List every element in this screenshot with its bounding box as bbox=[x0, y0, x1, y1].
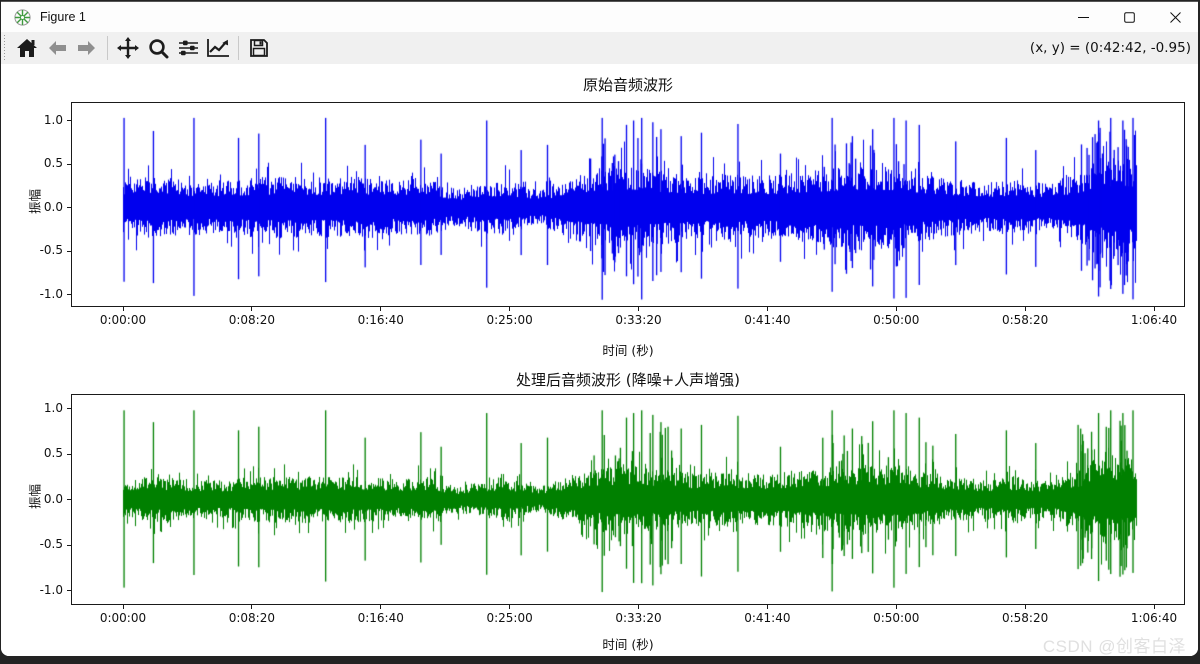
y-tick-mark bbox=[67, 207, 71, 208]
sliders-icon bbox=[178, 40, 198, 56]
y-tick-mark bbox=[67, 453, 71, 455]
x-tick-mark bbox=[766, 605, 768, 609]
x-tick-mark bbox=[509, 605, 511, 609]
x-tick-label: 0:33:20 bbox=[615, 313, 662, 327]
configure-subplots-button[interactable] bbox=[173, 34, 203, 62]
minimize-icon bbox=[1077, 16, 1089, 18]
y-tick-mark bbox=[67, 499, 71, 500]
y-tick-label: 1.0 bbox=[43, 400, 63, 415]
y-tick-label: 1.0 bbox=[43, 112, 63, 127]
toolbar-drag-handle[interactable] bbox=[3, 35, 6, 61]
x-tick-mark bbox=[1153, 307, 1155, 311]
x-tick-mark bbox=[638, 307, 639, 311]
x-tick-mark bbox=[895, 605, 897, 609]
close-icon bbox=[1169, 11, 1181, 23]
y-tick-label: 0.0 bbox=[43, 199, 63, 214]
matplotlib-toolbar: (x, y) = (0:42:42, -0.95) bbox=[1, 32, 1198, 64]
customize-axes-button[interactable] bbox=[203, 34, 233, 62]
toolbar-separator bbox=[107, 36, 108, 60]
subplot1-xlabel: 时间 (秒) bbox=[602, 343, 654, 358]
arrow-right-icon bbox=[78, 41, 95, 55]
pan-arrows-icon bbox=[117, 37, 139, 59]
x-tick-label: 0:16:40 bbox=[357, 313, 404, 327]
pan-button[interactable] bbox=[113, 34, 143, 62]
subplot2-title: 处理后音频波形 (降噪+人声增强) bbox=[515, 371, 741, 389]
x-tick-label: 0:58:20 bbox=[1001, 611, 1049, 625]
x-tick-label: 0:41:40 bbox=[744, 313, 791, 327]
y-tick-mark bbox=[67, 544, 71, 546]
processed-waveform-plot[interactable] bbox=[72, 395, 1184, 604]
arrow-left-icon bbox=[49, 41, 66, 55]
x-tick-mark bbox=[380, 307, 382, 311]
y-tick-label: -1.0 bbox=[39, 582, 63, 597]
x-tick-mark bbox=[122, 605, 124, 609]
y-tick-label: -1.0 bbox=[39, 286, 63, 301]
minimize-button[interactable] bbox=[1060, 2, 1106, 32]
x-tick-label: 0:08:20 bbox=[228, 611, 275, 625]
x-tick-mark bbox=[1153, 605, 1155, 609]
x-tick-mark bbox=[380, 605, 382, 609]
line-chart-icon bbox=[207, 39, 229, 57]
x-tick-mark bbox=[251, 307, 253, 311]
maximize-icon bbox=[1123, 11, 1135, 23]
x-tick-label: 0:41:40 bbox=[744, 611, 791, 625]
title-bar[interactable]: Figure 1 bbox=[1, 2, 1198, 32]
y-tick-mark bbox=[67, 163, 71, 165]
x-tick-label: 1:06:40 bbox=[1130, 313, 1178, 327]
back-button[interactable] bbox=[42, 34, 72, 62]
home-button[interactable] bbox=[12, 34, 42, 62]
y-tick-label: -0.5 bbox=[39, 243, 63, 257]
y-tick-label: 0.0 bbox=[43, 491, 63, 506]
close-button[interactable] bbox=[1152, 2, 1198, 32]
x-tick-label: 1:06:40 bbox=[1130, 611, 1178, 625]
figure-canvas-area: 原始音频波形 振幅 时间 (秒) 处理后音频波形 (降噪+人声增强) 振幅 时间… bbox=[1, 64, 1198, 656]
x-tick-label: 0:16:40 bbox=[357, 611, 404, 625]
y-tick-mark bbox=[67, 408, 71, 409]
y-tick-label: 0.5 bbox=[43, 156, 63, 170]
toolbar-separator bbox=[238, 36, 239, 60]
x-tick-label: 0:08:20 bbox=[228, 313, 275, 327]
magnifier-icon bbox=[148, 38, 168, 58]
x-tick-mark bbox=[895, 307, 897, 311]
x-tick-label: 0:58:20 bbox=[1001, 313, 1049, 327]
x-tick-mark bbox=[766, 307, 768, 311]
x-tick-label: 0:33:20 bbox=[615, 611, 662, 625]
subplot1-axes[interactable] bbox=[71, 102, 1185, 307]
home-icon bbox=[17, 39, 37, 57]
x-tick-mark bbox=[251, 605, 253, 609]
save-button[interactable] bbox=[244, 34, 274, 62]
x-tick-mark bbox=[509, 307, 511, 311]
subplot2-xlabel: 时间 (秒) bbox=[602, 637, 654, 652]
x-tick-mark bbox=[638, 605, 639, 609]
y-tick-mark bbox=[67, 590, 71, 591]
floppy-disk-icon bbox=[250, 39, 268, 57]
x-tick-label: 0:50:00 bbox=[873, 313, 920, 327]
y-tick-mark bbox=[67, 294, 71, 295]
original-waveform-plot[interactable] bbox=[72, 103, 1184, 306]
x-tick-mark bbox=[1024, 605, 1026, 609]
y-tick-mark bbox=[67, 120, 71, 121]
x-tick-mark bbox=[1024, 307, 1026, 311]
subplot1-title: 原始音频波形 bbox=[582, 76, 673, 94]
x-tick-mark bbox=[122, 307, 124, 311]
y-tick-label: 0.5 bbox=[43, 446, 63, 460]
y-tick-mark bbox=[67, 250, 71, 252]
maximize-button[interactable] bbox=[1106, 2, 1152, 32]
forward-button[interactable] bbox=[72, 34, 102, 62]
x-tick-label: 0:00:00 bbox=[99, 611, 147, 625]
window-title: Figure 1 bbox=[40, 10, 86, 24]
matplotlib-app-icon bbox=[14, 8, 31, 26]
x-tick-label: 0:00:00 bbox=[99, 313, 147, 327]
x-tick-label: 0:25:00 bbox=[486, 611, 533, 625]
x-tick-label: 0:25:00 bbox=[486, 313, 533, 327]
figure-window: Figure 1 (x, y) = (0:42:42, -0.95) 原始音频波… bbox=[1, 1, 1198, 656]
y-tick-label: -0.5 bbox=[39, 537, 63, 551]
x-tick-label: 0:50:00 bbox=[873, 611, 920, 625]
csdn-watermark: CSDN @创客白泽 bbox=[1042, 637, 1186, 656]
zoom-button[interactable] bbox=[143, 34, 173, 62]
coordinate-readout: (x, y) = (0:42:42, -0.95) bbox=[1029, 40, 1191, 56]
subplot2-axes[interactable] bbox=[71, 394, 1185, 605]
